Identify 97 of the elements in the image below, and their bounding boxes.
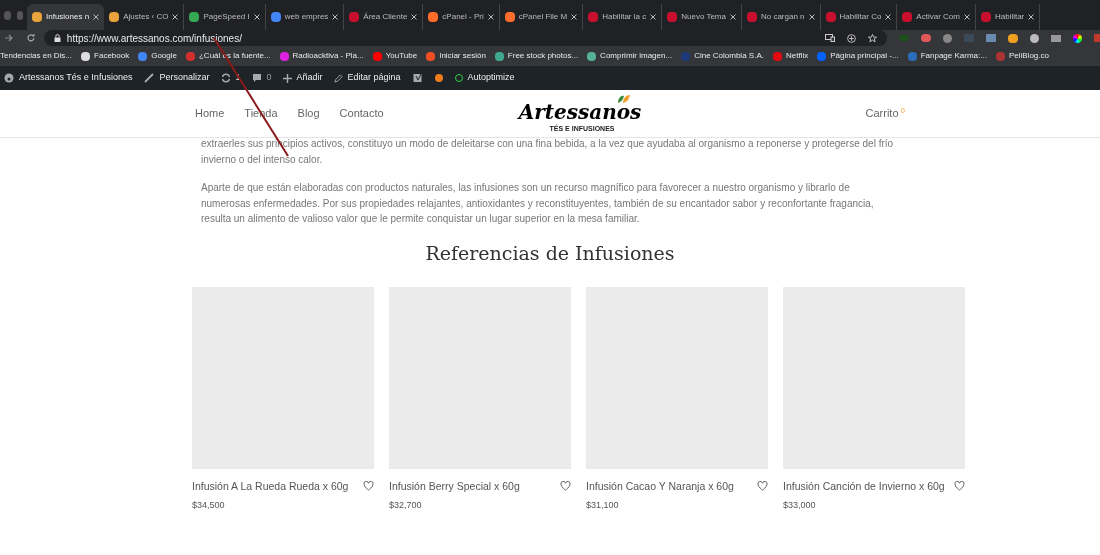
browser-tab[interactable]: Infusiones n	[27, 4, 105, 30]
bookmark-icon	[494, 51, 504, 61]
edit-page-link[interactable]: Editar página	[347, 71, 401, 85]
bookmark-link[interactable]: Página principal -...	[830, 50, 899, 62]
bookmark-link[interactable]: Radioacktiva - Pla...	[292, 50, 364, 62]
bookmark-icon	[186, 51, 195, 61]
close-icon[interactable]	[172, 14, 179, 20]
extension-icon[interactable]	[921, 34, 931, 42]
star-icon[interactable]	[868, 33, 877, 43]
product-price: $31,100	[586, 499, 620, 513]
favicon-icon	[504, 12, 515, 22]
bookmark-link[interactable]: Fanpage Karma:...	[920, 50, 987, 62]
bookmark-link[interactable]: Cine Colombia S.A.	[694, 50, 764, 62]
favicon-icon	[349, 12, 360, 22]
comments-count[interactable]: 0	[266, 71, 272, 85]
bookmark-link[interactable]: PeliBlog.co	[1008, 50, 1049, 62]
bookmark-icon	[138, 51, 148, 61]
heart-icon[interactable]	[757, 481, 768, 492]
bookmark-icon	[279, 51, 289, 61]
address-bar[interactable]: https://www.artessanos.com/infusiones/	[43, 30, 887, 46]
close-icon[interactable]	[487, 14, 494, 20]
favicon-icon	[270, 12, 281, 22]
refresh-icon[interactable]	[221, 73, 232, 83]
bookmark-link[interactable]: YouTube	[385, 50, 418, 62]
close-icon[interactable]	[411, 14, 418, 20]
favicon-icon	[588, 12, 599, 22]
close-icon[interactable]	[1028, 14, 1035, 20]
favicon-icon	[980, 12, 991, 22]
extension-icon[interactable]	[943, 33, 952, 43]
paragraph: Aparte de que están elaboradas con productos naturales, las infusiones son un recurso magnífico para favorecer a nuestro organismo y librarlo de numerosas enfermedades. Por sus propiedades relajantes, antioxidantes y reconstituyentes, también de su encantador sabor y reconfortante fragancia, resulta un alimento de valioso valor que le permite conquistar un lugar superior en la mesa familiar.	[201, 181, 875, 226]
product-name[interactable]: Infusión A La Rueda Rueda x 60g	[192, 478, 349, 495]
product-price: $32,700	[389, 499, 423, 513]
bookmark-link[interactable]: Tendencias en Dis...	[0, 50, 73, 62]
autoptimize-link[interactable]: Autoptimize	[467, 71, 515, 85]
customize-link[interactable]: Personalizar	[159, 71, 210, 85]
extension-icon[interactable]	[1008, 33, 1018, 43]
site-name-link[interactable]: Artessanos Tés e Infusiones	[19, 71, 133, 85]
bookmark-icon	[772, 51, 782, 61]
add-new-link[interactable]: Añadir	[296, 71, 323, 85]
favicon-icon	[746, 12, 757, 22]
extension-icon[interactable]	[1051, 34, 1061, 42]
bookmark-link[interactable]: Iniciar sesión	[439, 50, 486, 62]
close-icon[interactable]	[963, 14, 970, 20]
nav-link[interactable]: Contacto	[339, 105, 384, 122]
favicon-icon	[902, 12, 913, 22]
cart-link[interactable]: Carrito $^{0}$	[865, 105, 905, 122]
reload-icon[interactable]	[25, 33, 36, 43]
bookmark-icon	[81, 51, 91, 61]
close-icon[interactable]	[885, 14, 892, 20]
heart-icon[interactable]	[363, 481, 374, 492]
bookmark-icon	[995, 51, 1005, 61]
product-name[interactable]: Infusión Berry Special x 60g	[389, 478, 520, 495]
heart-icon[interactable]	[560, 481, 571, 492]
bookmark-link[interactable]: Facebook	[94, 50, 130, 62]
favicon-icon	[428, 12, 439, 22]
close-icon[interactable]	[808, 14, 815, 20]
dashboard-icon[interactable]	[4, 73, 14, 83]
cast-icon[interactable]	[825, 34, 835, 42]
add-icon[interactable]	[847, 33, 856, 43]
heart-icon[interactable]	[954, 481, 965, 492]
close-icon[interactable]	[571, 14, 578, 20]
nav-link[interactable]: Blog	[297, 105, 320, 122]
bookmark-link[interactable]: Comprimir imagen...	[600, 50, 673, 62]
close-icon[interactable]	[93, 14, 100, 20]
bookmark-link[interactable]: Google	[151, 50, 177, 62]
pencil-icon[interactable]	[334, 73, 344, 83]
bookmark-icon	[681, 51, 691, 61]
favicon-icon	[189, 12, 200, 22]
nav-link[interactable]: Home	[195, 105, 225, 122]
bookmark-icon	[587, 51, 597, 61]
favicon-icon	[825, 12, 836, 22]
favicon-icon	[32, 12, 42, 22]
comment-icon[interactable]	[252, 73, 263, 83]
bookmark-icon	[817, 51, 827, 61]
plus-icon[interactable]	[283, 73, 293, 83]
favicon-icon	[109, 12, 120, 22]
forward-icon[interactable]	[4, 33, 14, 43]
close-icon[interactable]	[253, 14, 260, 20]
bookmark-icon	[907, 51, 917, 61]
close-icon[interactable]	[729, 14, 736, 20]
close-icon[interactable]	[332, 14, 339, 20]
bookmark-link[interactable]: Free stock photos...	[507, 50, 579, 62]
product-name[interactable]: Infusión Canción de Invierno x 60g	[783, 478, 945, 495]
favicon-icon	[667, 12, 678, 22]
product-price: $33,000	[783, 499, 817, 513]
bookmark-icon	[426, 51, 436, 61]
bookmark-icon	[372, 51, 382, 61]
color-wheel-icon[interactable]	[1073, 33, 1082, 43]
leaf-icon	[617, 94, 631, 104]
url-text: https://www.artessanos.com/infusiones/	[66, 31, 242, 46]
close-icon[interactable]	[650, 14, 657, 20]
lock-icon	[53, 34, 61, 42]
product-name[interactable]: Infusión Cacao Y Naranja x 60g	[586, 478, 734, 495]
bookmark-link[interactable]: Netflix	[785, 50, 809, 62]
brush-icon[interactable]	[144, 73, 155, 83]
product-price: $34,500	[192, 499, 226, 513]
section-heading: Referencias de Infusiones	[424, 240, 676, 265]
